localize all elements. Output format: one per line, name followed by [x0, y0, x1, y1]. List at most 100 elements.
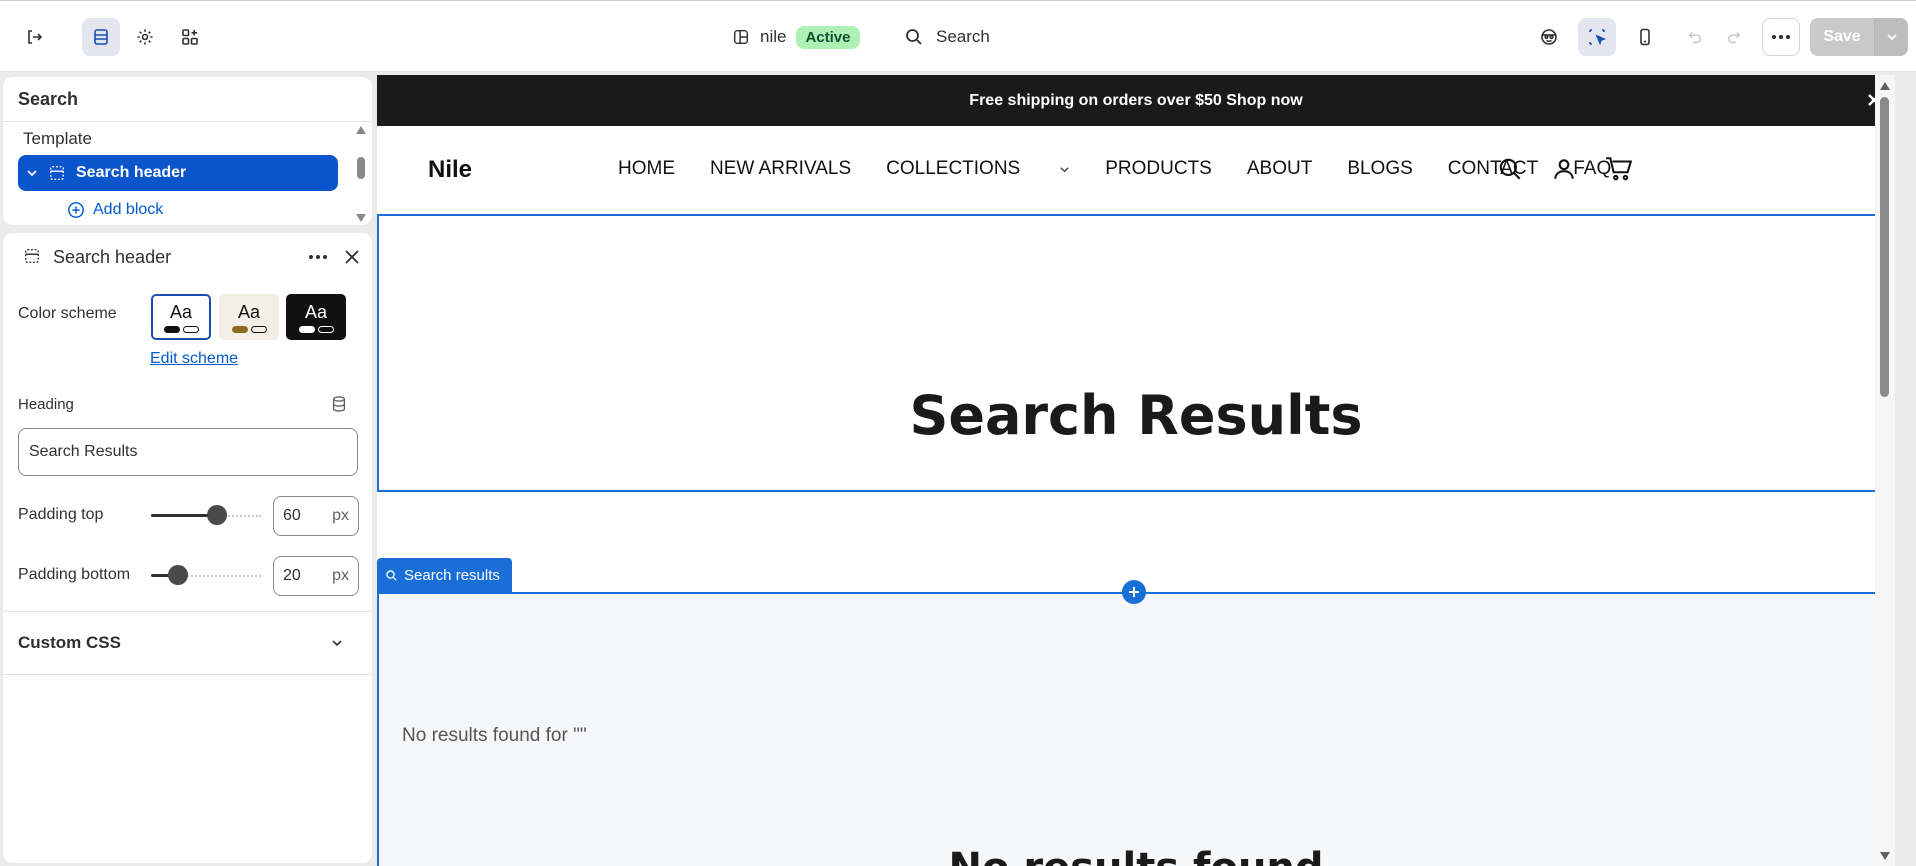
nav-item-new-arrivals[interactable]: NEW ARRIVALS [710, 158, 851, 180]
exit-button[interactable] [15, 18, 53, 56]
scrollbar-thumb[interactable] [1880, 97, 1889, 397]
padding-bottom-label: Padding bottom [18, 566, 131, 583]
chevron-down-icon [332, 640, 342, 647]
padding-top-label: Padding top [18, 506, 104, 523]
cursor-select-icon [1589, 29, 1607, 46]
section-more-button[interactable] [305, 247, 331, 267]
status-badge: Active [796, 25, 860, 49]
section-tree-panel: Search Template Search header Add block [3, 77, 372, 225]
color-scheme-option-2[interactable]: Aa [219, 294, 279, 340]
heading-label: Heading [18, 396, 74, 413]
add-block-button[interactable]: Add block [67, 201, 163, 219]
add-block-label: Add block [93, 201, 164, 218]
tree-item-search-header[interactable]: Search header [18, 155, 338, 191]
heading-input[interactable]: Search Results [18, 428, 358, 476]
scrollbar-thumb[interactable] [357, 157, 365, 179]
slider-knob[interactable] [207, 505, 227, 525]
cart-icon[interactable] [1605, 156, 1633, 182]
close-icon [345, 250, 359, 264]
theme-settings-button[interactable] [126, 18, 164, 56]
sections-tab-button[interactable] [82, 18, 120, 56]
scheme-swatches [231, 325, 267, 333]
scroll-down-icon [356, 214, 366, 222]
sections-icon [94, 29, 108, 45]
section-tag-label: Search results [404, 567, 500, 584]
custom-css-toggle[interactable]: Custom CSS [3, 612, 372, 674]
color-scheme-option-1[interactable]: Aa [151, 294, 211, 340]
layout-icon [733, 29, 749, 45]
nav-item-blogs[interactable]: BLOGS [1347, 158, 1412, 180]
nav-item-about[interactable]: ABOUT [1247, 158, 1312, 180]
padding-top-value: 60 [283, 507, 301, 524]
apps-button[interactable] [171, 18, 209, 56]
section-icon [49, 165, 65, 181]
account-icon[interactable] [1551, 156, 1577, 182]
slider-knob[interactable] [168, 565, 188, 585]
tree-scrollbar[interactable] [354, 125, 366, 225]
add-section-button[interactable] [1122, 580, 1146, 604]
scroll-up-icon [1880, 82, 1890, 90]
store-logo[interactable]: Nile [428, 156, 472, 184]
scheme-sample: Aa [304, 301, 328, 322]
settings-title: Search header [53, 247, 172, 267]
unit-label: px [332, 567, 349, 584]
no-results-heading: No results found [377, 845, 1895, 866]
apps-icon [182, 29, 198, 45]
undo-icon [1687, 31, 1701, 44]
header-icons [1497, 156, 1633, 182]
color-scheme-option-3[interactable]: Aa [286, 294, 346, 340]
unit-label: px [332, 507, 349, 524]
nav-item-products[interactable]: PRODUCTS [1105, 158, 1212, 180]
gear-icon [137, 29, 153, 45]
search-results-section[interactable] [377, 592, 1895, 866]
announcement-text[interactable]: Free shipping on orders over $50 Shop no… [969, 92, 1302, 110]
theme-info[interactable]: nile Active [732, 23, 860, 51]
save-options-button[interactable] [1874, 18, 1908, 56]
scroll-up-icon [356, 126, 366, 134]
dynamic-source-button[interactable] [330, 395, 348, 418]
edit-scheme-link[interactable]: Edit scheme [150, 350, 238, 368]
padding-top-slider[interactable] [151, 505, 261, 525]
plus-circle-icon [68, 202, 84, 218]
divider [3, 674, 372, 675]
preview-scrollbar[interactable] [1875, 75, 1895, 866]
undo-button[interactable] [1673, 18, 1714, 56]
select-mode-button[interactable] [1578, 18, 1616, 56]
chevron-down-icon [27, 170, 37, 177]
mobile-icon [1640, 28, 1650, 46]
search-header-section[interactable]: Search Results [377, 214, 1895, 492]
inspector-button[interactable] [1530, 18, 1568, 56]
search-label: Search [936, 27, 990, 46]
custom-css-label: Custom CSS [18, 633, 121, 652]
more-actions-button[interactable] [1762, 18, 1800, 56]
slider-track-rest [178, 575, 261, 577]
announcement-bar: Free shipping on orders over $50 Shop no… [377, 75, 1895, 126]
exit-icon [28, 30, 43, 44]
section-tag-search-results[interactable]: Search results [377, 558, 512, 593]
search-icon [906, 29, 922, 45]
nav-item-collections[interactable]: COLLECTIONS [886, 158, 1070, 180]
panel-title: Search [18, 89, 79, 109]
scroll-down-icon [1880, 852, 1890, 860]
close-settings-button[interactable] [341, 246, 363, 268]
undo-redo-group [1673, 18, 1755, 56]
search-button[interactable]: Search [904, 23, 990, 51]
ellipsis-icon [1772, 35, 1790, 39]
chevron-down-icon [1060, 166, 1069, 172]
scheme-sample: Aa [237, 301, 261, 322]
store-preview: Free shipping on orders over $50 Shop no… [377, 75, 1895, 866]
save-button[interactable]: Save [1810, 18, 1874, 56]
padding-bottom-slider[interactable] [151, 565, 261, 585]
chevron-down-icon [1886, 34, 1897, 41]
editor-topbar: nile Active Search Save [0, 0, 1916, 72]
search-results-heading: Search Results [909, 384, 1363, 447]
mobile-preview-button[interactable] [1626, 18, 1664, 56]
padding-top-input[interactable]: 60 px [273, 496, 359, 536]
scheme-swatches [163, 325, 199, 333]
padding-bottom-input[interactable]: 20 px [273, 556, 359, 596]
redo-button[interactable] [1714, 18, 1755, 56]
search-icon[interactable] [1497, 156, 1523, 182]
nav-item-home[interactable]: HOME [618, 158, 675, 180]
scheme-swatches [298, 325, 334, 333]
face-icon [1541, 29, 1557, 45]
